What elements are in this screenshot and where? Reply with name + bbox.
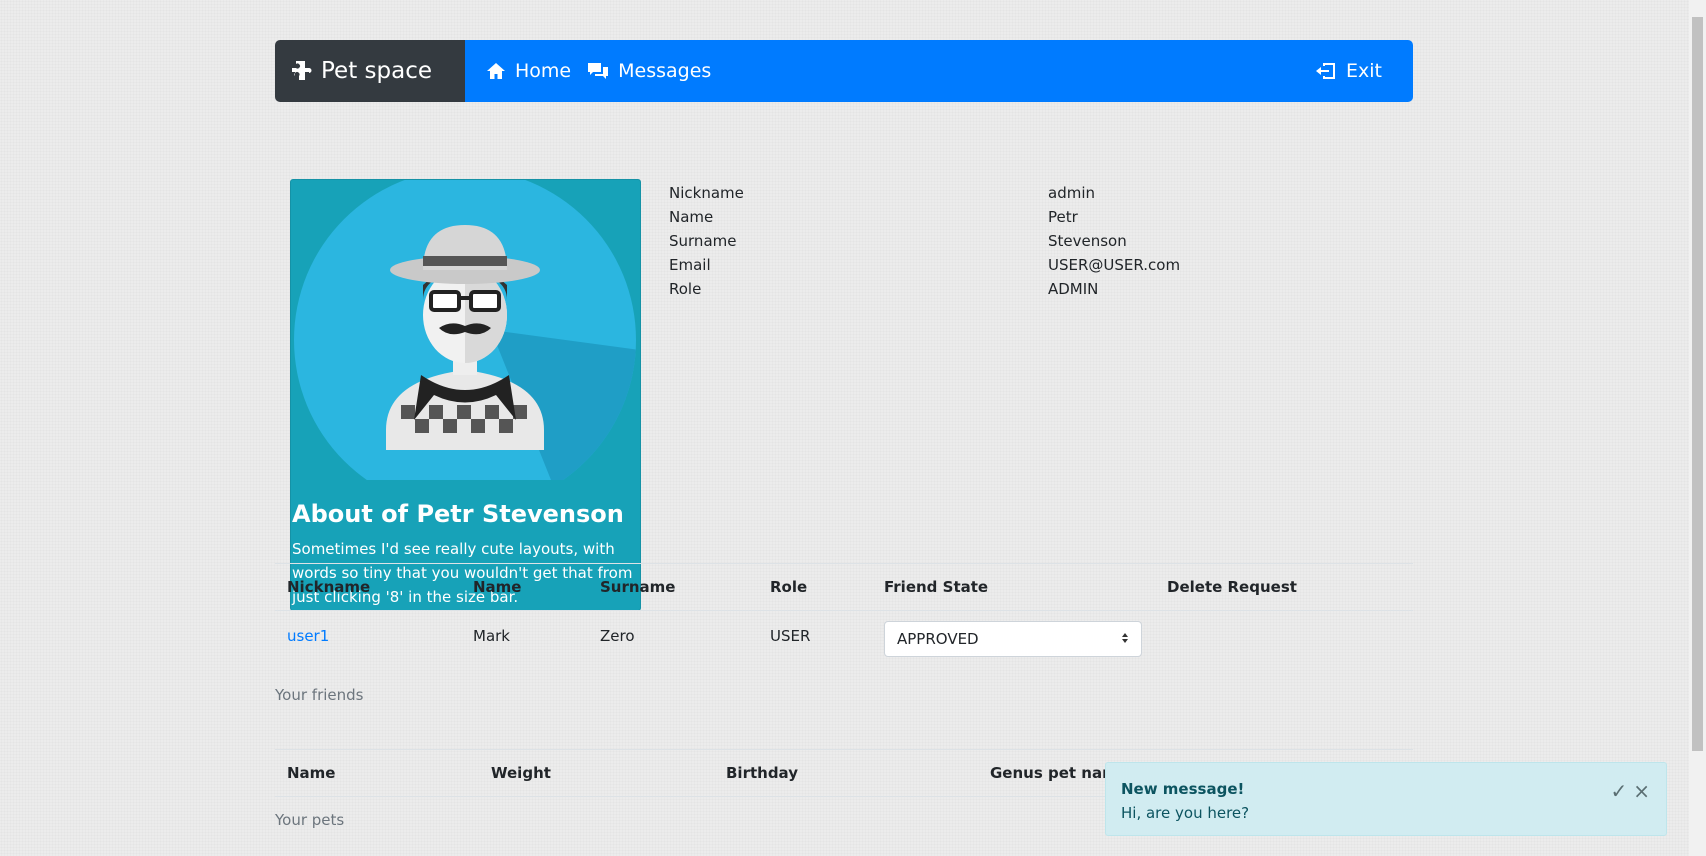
home-icon (486, 62, 506, 80)
scrollbar[interactable] (1689, 0, 1706, 856)
exit-link[interactable]: Exit (1315, 60, 1382, 82)
info-row-role: Role ADMIN (669, 277, 1409, 301)
messages-label: Messages (618, 60, 712, 82)
info-label: Role (669, 280, 702, 298)
friend-nickname-link[interactable]: user1 (287, 627, 329, 645)
info-value: Petr (1048, 208, 1078, 226)
info-value: Stevenson (1048, 232, 1127, 250)
delete-request-cell (1155, 611, 1413, 678)
friend-state-select[interactable]: APPROVED (884, 621, 1142, 657)
home-label: Home (515, 60, 572, 82)
info-label: Email (669, 256, 711, 274)
avatar (294, 180, 636, 480)
info-value: ADMIN (1048, 280, 1099, 298)
new-message-toast: New message! Hi, are you here? ✓ × (1105, 762, 1667, 836)
friends-table: Nickname Name Surname Role Friend State … (275, 563, 1413, 677)
column-header: Friend State (872, 563, 1155, 611)
info-value: USER@USER.com (1048, 256, 1181, 274)
column-header: Birthday (714, 749, 978, 797)
column-header: Delete Request (1155, 563, 1413, 611)
column-header: Surname (588, 563, 758, 611)
table-row: user1 Mark Zero USER APPROVED (275, 611, 1413, 678)
info-value: admin (1048, 184, 1095, 202)
friend-state-value: APPROVED (897, 630, 979, 648)
messages-link[interactable]: Messages (587, 60, 711, 82)
friend-role: USER (770, 627, 811, 645)
check-icon[interactable]: ✓ (1610, 779, 1627, 803)
info-label: Nickname (669, 184, 744, 202)
info-row-surname: Surname Stevenson (669, 229, 1409, 253)
brand[interactable]: Pet space (275, 40, 465, 102)
exit-label: Exit (1346, 60, 1382, 82)
profile-section: About of Petr Stevenson Sometimes I'd se… (275, 102, 1413, 611)
exit-icon (1315, 61, 1337, 81)
column-header: Name (275, 749, 479, 797)
column-header: Role (758, 563, 872, 611)
toast-title: New message! (1121, 780, 1245, 798)
column-header: Name (461, 563, 588, 611)
friend-name: Mark (473, 627, 510, 645)
pets-caption: Your pets (275, 811, 345, 829)
home-link[interactable]: Home (486, 60, 571, 82)
toast-body: Hi, are you here? (1121, 804, 1250, 822)
friends-header-row: Nickname Name Surname Role Friend State … (275, 563, 1413, 611)
info-label: Surname (669, 232, 737, 250)
info-row-email: Email USER@USER.com (669, 253, 1409, 277)
column-header: Nickname (275, 563, 461, 611)
page-container: Pet space Home Messages Exit About of Pe… (275, 40, 1413, 611)
card-title: About of Petr Stevenson (292, 500, 624, 528)
nav-links: Home Messages Exit (465, 40, 1413, 102)
toast-actions: ✓ × (1610, 779, 1650, 803)
select-arrows-icon (1121, 630, 1129, 648)
info-row-nickname: Nickname admin (669, 181, 1409, 205)
profile-card: About of Petr Stevenson Sometimes I'd se… (290, 179, 641, 611)
chat-icon (587, 62, 609, 80)
navbar: Pet space Home Messages Exit (275, 40, 1413, 102)
column-header: Weight (479, 749, 714, 797)
close-icon[interactable]: × (1633, 779, 1650, 803)
brand-label: Pet space (321, 58, 433, 84)
info-label: Name (669, 208, 714, 226)
friend-surname: Zero (600, 627, 635, 645)
puzzle-icon (291, 60, 313, 82)
friends-caption: Your friends (275, 686, 364, 704)
scrollbar-thumb[interactable] (1692, 17, 1703, 751)
info-row-name: Name Petr (669, 205, 1409, 229)
profile-info: Nickname admin Name Petr Surname Stevens… (669, 181, 1409, 301)
